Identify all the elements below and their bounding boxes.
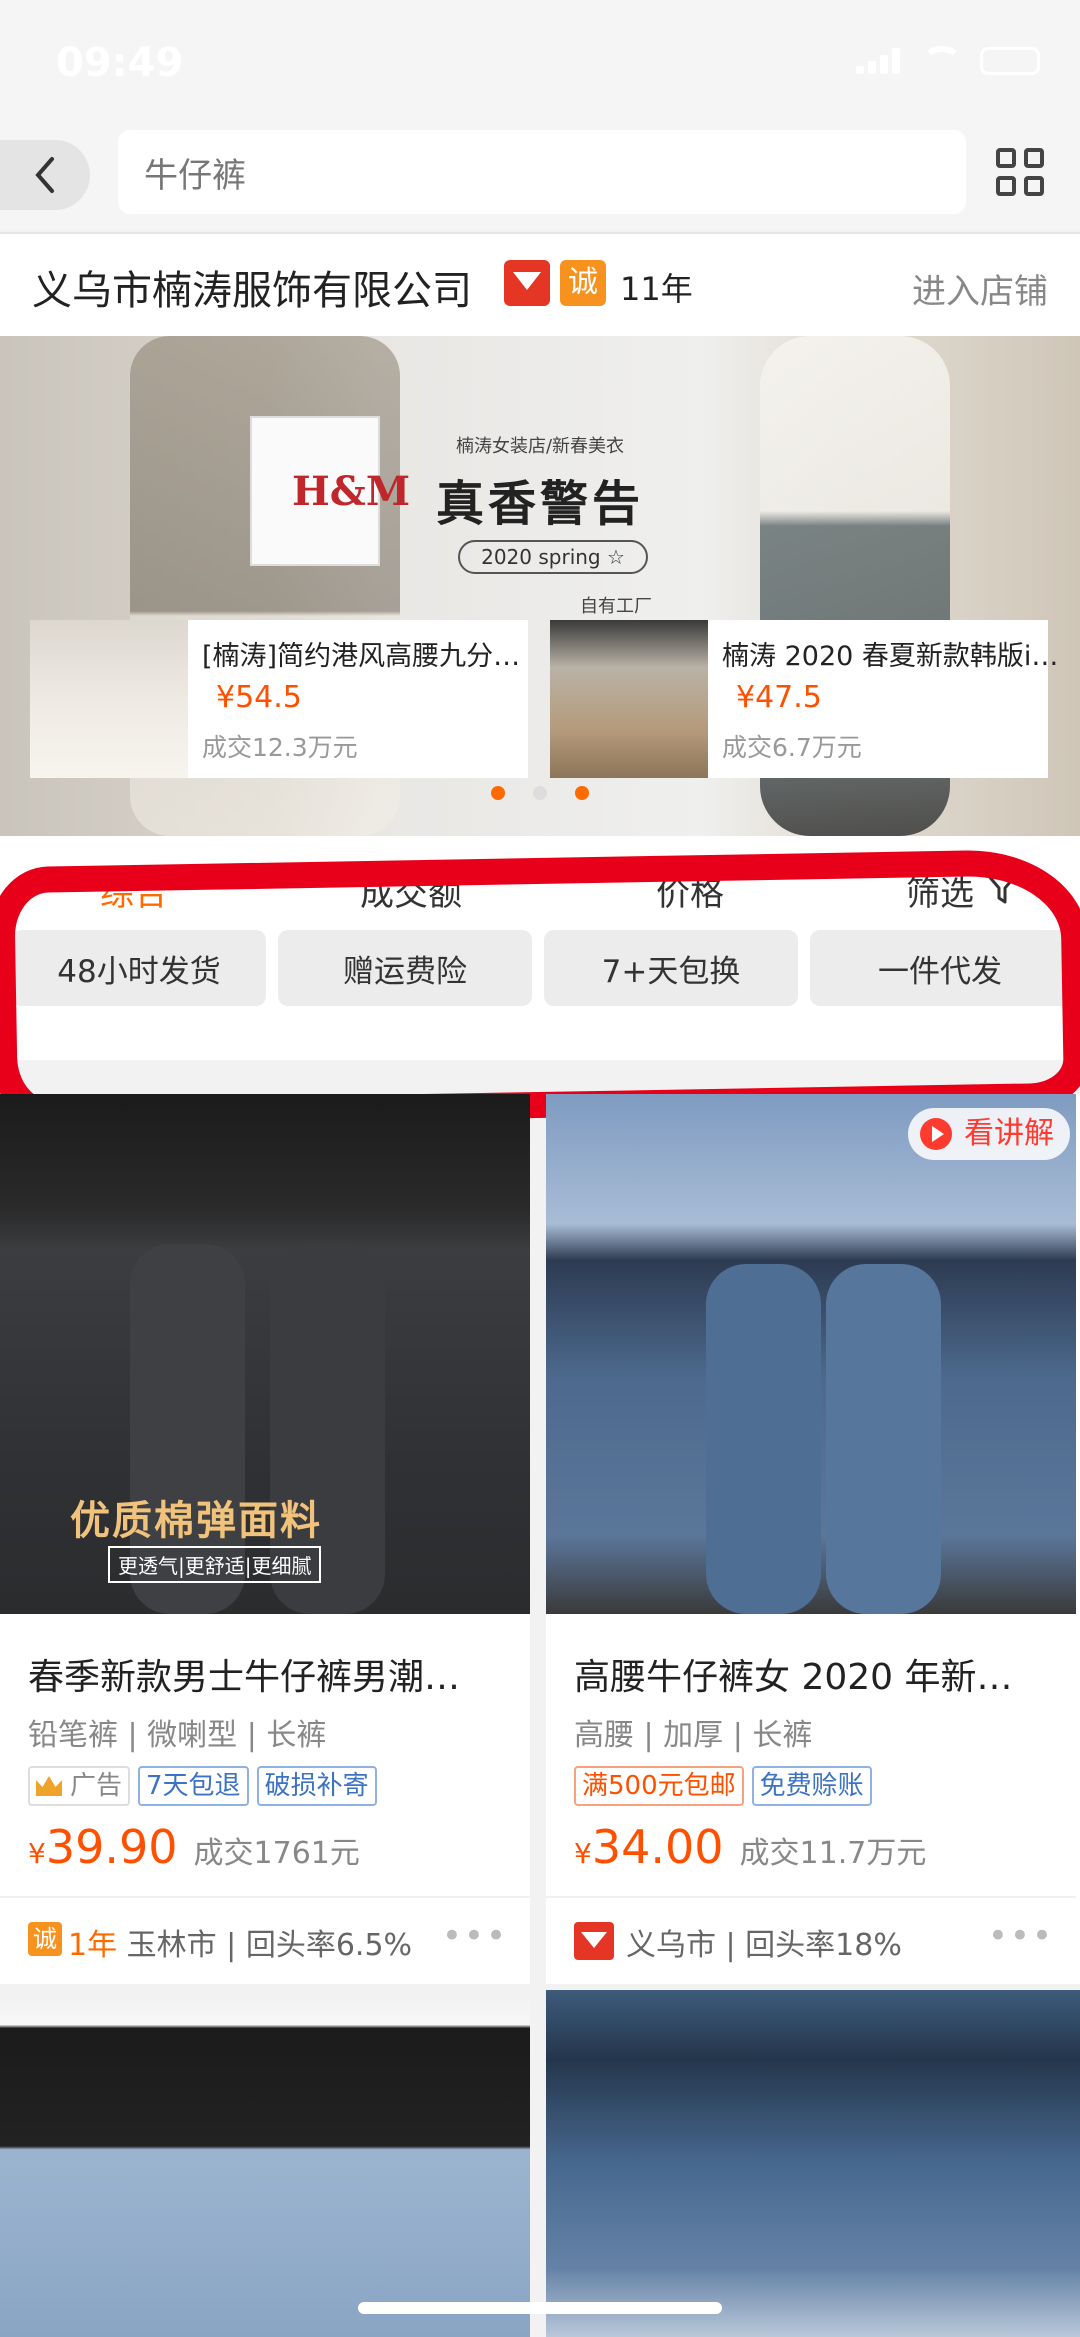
chip-shipping-insurance[interactable]: 赠运费险 (278, 930, 532, 1006)
chip-48h-shipping[interactable]: 48小时发货 (12, 930, 266, 1006)
product-image-subtext: 更透气|更舒适|更细腻 (108, 1546, 322, 1583)
tab-sales-volume[interactable]: 成交额 (360, 866, 462, 915)
more-options-icon[interactable]: ••• (988, 1916, 1054, 1956)
watch-explanation-button[interactable]: 看讲解 (908, 1108, 1070, 1160)
cellular-signal-icon (856, 48, 904, 74)
status-time: 09:49 (56, 40, 184, 86)
promo-product-thumb[interactable] (30, 620, 188, 778)
promo-product-price: ¥54.5 (216, 680, 302, 715)
cheng-badge-icon: 诚 (28, 1922, 62, 1956)
price-row: ¥39.90 成交1761元 (28, 1820, 360, 1874)
wifi-icon (922, 46, 962, 76)
product-title: 春季新款男士牛仔裤男潮… (28, 1657, 461, 1698)
status-bar: 09:49 (0, 0, 1080, 130)
page: 09:49 牛仔裤 义乌市楠涛服饰有限公司 诚 11年 进入店铺 H&M 楠涛女… (0, 0, 1080, 2337)
promo-product-thumb[interactable] (550, 620, 708, 778)
tab-filter[interactable]: 筛选 (906, 866, 974, 915)
cheng-badge-icon: 诚 (560, 260, 606, 306)
promo-product-card[interactable]: [楠涛]简约港风高腰九分… ¥54.5 成交12.3万元 (188, 620, 528, 778)
jeans-leg-shape (826, 1264, 941, 1614)
chevron-left-icon (35, 157, 54, 193)
banner-subtitle: 楠涛女装店/新春美衣 (455, 436, 625, 457)
product-deal: 成交11.7万元 (739, 1836, 927, 1871)
enter-shop-link[interactable]: 进入店铺 (912, 264, 1048, 313)
carousel-dot[interactable] (575, 786, 589, 800)
product-card[interactable] (0, 1990, 530, 2337)
tab-price[interactable]: 价格 (656, 866, 724, 915)
product-deal: 成交1761元 (193, 1836, 360, 1871)
product-attributes: 高腰 | 加厚 | 长裤 (574, 1718, 813, 1753)
shop-badge-icon (504, 260, 550, 306)
shop-years: 11年 (620, 270, 693, 308)
home-indicator[interactable] (358, 2302, 722, 2314)
carousel-dot[interactable] (491, 786, 505, 800)
sort-bar: 综合 成交额 价格 筛选 (0, 836, 1080, 936)
chip-dropshipping[interactable]: 一件代发 (810, 930, 1070, 1006)
product-price: ¥39.90 (28, 1820, 178, 1874)
product-image[interactable]: 看讲解 (546, 1094, 1076, 1614)
product-attributes: 铅笔裤 | 微喇型 | 长裤 (28, 1718, 327, 1753)
promo-product-title: [楠涛]简约港风高腰九分… (202, 641, 521, 672)
promo-product-deal: 成交12.3万元 (202, 733, 358, 762)
carousel-dot[interactable] (533, 786, 547, 800)
service-tag: 破损补寄 (256, 1766, 377, 1806)
product-image[interactable]: 优质棉弹面料 更透气|更舒适|更细腻 (0, 1094, 530, 1614)
shop-row: 义乌市楠涛服饰有限公司 诚 11年 进入店铺 (0, 232, 1080, 336)
battery-icon (980, 47, 1040, 75)
banner-pill: 2020 spring ☆ (458, 540, 648, 574)
status-icons (856, 46, 1040, 76)
grid-view-icon[interactable] (996, 148, 1048, 200)
service-tag: 7天包退 (138, 1766, 249, 1806)
filter-icon[interactable] (984, 870, 1020, 906)
chip-7day-exchange[interactable]: 7+天包换 (544, 930, 798, 1006)
price-row: ¥34.00 成交11.7万元 (574, 1820, 926, 1874)
banner-extra: 自有工厂 (580, 596, 652, 617)
promo-product-title: 楠涛 2020 春夏新款韩版i… (722, 641, 1059, 672)
promo-product-card[interactable]: 楠涛 2020 春夏新款韩版i… ¥47.5 成交6.7万元 (708, 620, 1058, 778)
shop-name[interactable]: 义乌市楠涛服饰有限公司 (32, 258, 472, 316)
product-card[interactable]: 看讲解 高腰牛仔裤女 2020 年新… 高腰 | 加厚 | 长裤 满500元包邮… (546, 1094, 1080, 1984)
tab-comprehensive[interactable]: 综合 (100, 866, 168, 915)
product-tags: 满500元包邮 免费赊账 (574, 1766, 872, 1806)
back-button[interactable] (0, 140, 90, 210)
promo-product-price: ¥47.5 (736, 680, 822, 715)
product-image-text: 优质棉弹面料 (70, 1498, 322, 1544)
promo-product-deal: 成交6.7万元 (722, 733, 862, 762)
product-title: 高腰牛仔裤女 2020 年新… (574, 1657, 1013, 1698)
search-header: 牛仔裤 (0, 130, 1080, 230)
more-options-icon[interactable]: ••• (442, 1916, 508, 1956)
carousel-dots[interactable] (0, 786, 1080, 800)
seller-info: 义乌市 | 回头率18% (626, 1928, 902, 1963)
product-price: ¥34.00 (574, 1820, 724, 1874)
seller-info: 1年 玉林市 | 回头率6.5% (68, 1928, 413, 1963)
product-card[interactable] (546, 1990, 1080, 2337)
banner-title: 真香警告 (435, 476, 644, 532)
jeans-leg-shape (706, 1264, 821, 1614)
search-input[interactable]: 牛仔裤 (118, 130, 966, 214)
seller-row[interactable]: 诚 1年 玉林市 | 回头率6.5% ••• (0, 1896, 530, 1984)
shop-badge-icon (574, 1922, 614, 1960)
product-tags: 广告 7天包退 破损补寄 (28, 1766, 377, 1806)
product-card[interactable]: 优质棉弹面料 更透气|更舒适|更细腻 春季新款男士牛仔裤男潮… 铅笔裤 | 微喇… (0, 1094, 530, 1984)
seller-row[interactable]: 义乌市 | 回头率18% ••• (546, 1896, 1076, 1984)
service-tag: 免费赊账 (751, 1766, 872, 1806)
ad-tag: 广告 (28, 1766, 131, 1806)
filter-chips: 48小时发货 赠运费险 7+天包换 一件代发 (0, 930, 1080, 1060)
promo-tag: 满500元包邮 (574, 1766, 744, 1806)
